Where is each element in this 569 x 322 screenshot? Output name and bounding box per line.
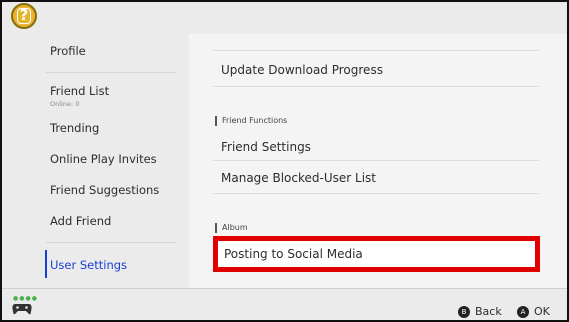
controller-icon [12,304,32,315]
row-divider [213,160,539,161]
sidebar: Profile Friend List Online: 0 Trending O… [2,34,189,288]
user-avatar[interactable] [11,3,37,29]
bottom-bar: ●●●● B Back A OK [2,288,567,320]
sidebar-item-friend-suggestions[interactable]: Friend Suggestions [50,183,159,197]
row-divider [213,193,539,194]
update-download-progress-row[interactable]: Update Download Progress [221,63,383,77]
section-friend-functions: Friend Functions [215,116,287,126]
ok-button[interactable]: OK [534,305,550,318]
sidebar-divider [46,72,176,73]
selection-indicator [45,250,47,278]
b-button-icon: B [458,306,470,318]
app-window: Profile Friend List Online: 0 Trending O… [0,0,569,322]
posting-to-social-media-label: Posting to Social Media [224,247,363,261]
row-divider [213,86,539,87]
sidebar-divider [46,242,176,243]
manage-blocked-user-list-row[interactable]: Manage Blocked-User List [221,171,376,185]
avatar-icon [17,8,31,24]
friend-settings-row[interactable]: Friend Settings [221,140,311,154]
sidebar-item-trending[interactable]: Trending [50,121,99,135]
settings-panel: Update Download Progress Friend Function… [189,34,567,288]
sidebar-item-friend-list[interactable]: Friend List [50,84,109,98]
connection-dots: ●●●● [13,295,38,302]
friend-list-online-count: Online: 0 [50,100,80,108]
sidebar-item-user-settings[interactable]: User Settings [50,258,127,272]
posting-to-social-media-row[interactable]: Posting to Social Media [213,236,540,272]
row-divider [213,50,539,51]
a-button-icon: A [517,306,529,318]
section-album: Album [215,223,248,233]
sidebar-item-online-play-invites[interactable]: Online Play Invites [50,152,157,166]
top-bar [2,2,567,34]
sidebar-item-add-friend[interactable]: Add Friend [50,214,111,228]
back-button[interactable]: Back [475,305,502,318]
sidebar-item-profile[interactable]: Profile [50,44,86,58]
